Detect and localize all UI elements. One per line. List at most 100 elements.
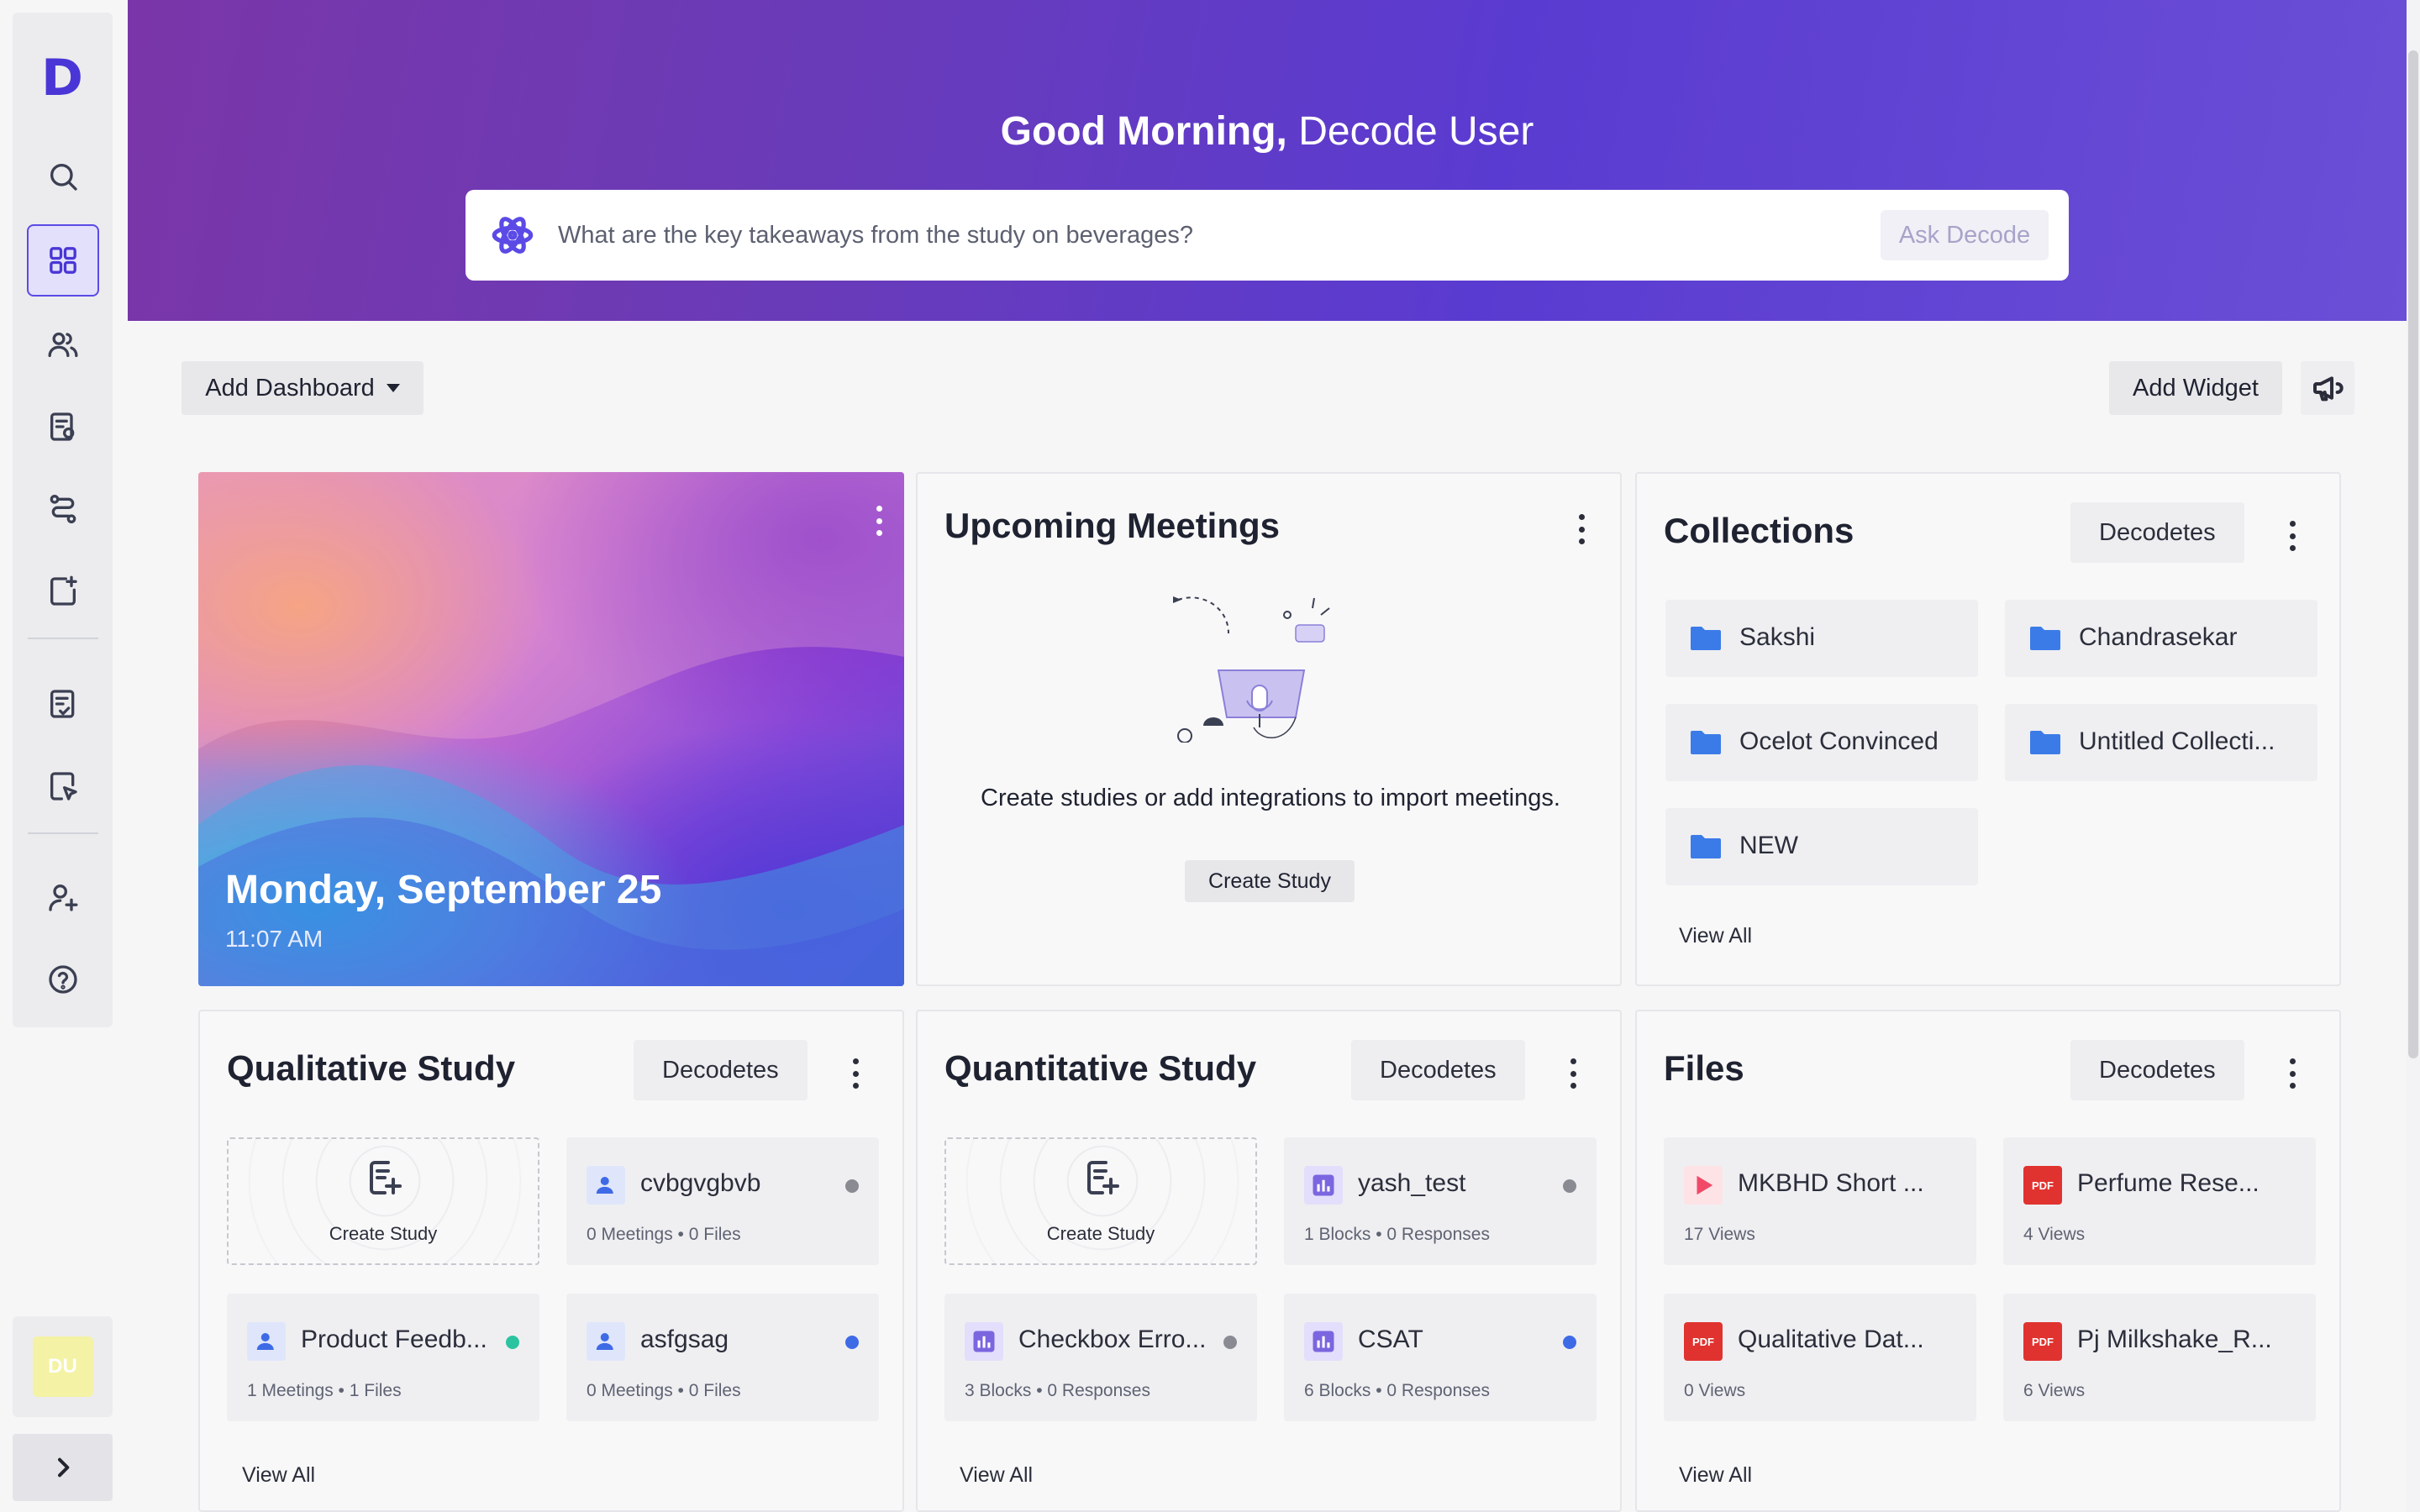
qualitative-more-icon[interactable] <box>847 1055 864 1092</box>
qualitative-study-item[interactable]: asfgsag 0 Meetings • 0 Files <box>566 1294 879 1421</box>
status-dot <box>506 1336 519 1349</box>
ask-decode-button[interactable]: Ask Decode <box>1881 210 2049 260</box>
study-name: CSAT <box>1358 1326 1423 1353</box>
file-item[interactable]: MKBHD Short ... 17 Views <box>1664 1137 1976 1265</box>
add-user-icon[interactable] <box>27 861 99 933</box>
bar-chart-icon <box>965 1322 1003 1361</box>
video-file-icon <box>1684 1166 1723 1205</box>
file-item[interactable]: PDF Pj Milkshake_R... 6 Views <box>2003 1294 2316 1421</box>
status-dot <box>845 1336 859 1349</box>
greeting: Good Morning, Decode User <box>128 105 2407 159</box>
user-avatar[interactable]: DU <box>32 1336 93 1397</box>
quantitative-filter[interactable]: Decodetes <box>1351 1040 1525 1100</box>
collections-more-icon[interactable] <box>2284 517 2301 554</box>
study-meta: 6 Blocks • 0 Responses <box>1304 1381 1490 1400</box>
file-name: Qualitative Dat... <box>1738 1326 1924 1353</box>
add-document-icon <box>365 1158 405 1198</box>
collection-item[interactable]: NEW <box>1665 808 1978 885</box>
notes-icon[interactable] <box>27 668 99 740</box>
add-document-icon <box>1082 1158 1123 1198</box>
study-name: Checkbox Erro... <box>1018 1326 1207 1353</box>
sidebar: D <box>13 13 113 1027</box>
collection-item-label: NEW <box>1739 832 1798 859</box>
upcoming-more-icon[interactable] <box>1573 511 1590 548</box>
add-study-icon[interactable] <box>27 555 99 627</box>
file-item[interactable]: PDF Perfume Rese... 4 Views <box>2003 1137 2316 1265</box>
folder-icon <box>1691 627 1721 650</box>
collections-view-all[interactable]: View All <box>1679 924 1752 948</box>
collections-filter[interactable]: Decodetes <box>2070 502 2244 563</box>
file-name: Perfume Rese... <box>2077 1169 2260 1197</box>
reports-icon[interactable] <box>27 750 99 822</box>
quantitative-study-item[interactable]: yash_test 1 Blocks • 0 Responses <box>1284 1137 1597 1265</box>
collections-title: Collections <box>1664 511 1854 550</box>
quantitative-more-icon[interactable] <box>1565 1055 1581 1092</box>
scrollbar-thumb[interactable] <box>2408 50 2418 1058</box>
study-user-icon <box>587 1166 625 1205</box>
user-avatar-container[interactable]: DU <box>13 1316 113 1417</box>
ask-input[interactable] <box>558 215 1860 255</box>
study-name: cvbgvgbvb <box>640 1169 761 1197</box>
add-widget-label: Add Widget <box>2133 374 2259 402</box>
dashboard-icon[interactable] <box>27 224 99 297</box>
folder-icon <box>2030 731 2060 754</box>
collection-item-label: Ocelot Convinced <box>1739 727 1939 755</box>
files-view-all[interactable]: View All <box>1679 1463 1752 1488</box>
folder-icon <box>2030 627 2060 650</box>
collection-item[interactable]: Chandrasekar <box>2005 600 2317 677</box>
quantitative-view-all[interactable]: View All <box>960 1463 1033 1488</box>
add-widget-button[interactable]: Add Widget <box>2109 361 2282 415</box>
study-meta: 0 Meetings • 0 Files <box>587 1381 741 1400</box>
qualitative-view-all[interactable]: View All <box>242 1463 315 1488</box>
bar-chart-icon <box>1304 1166 1343 1205</box>
qualitative-create-study-tile[interactable]: Create Study <box>227 1137 539 1265</box>
date-hero-card: Monday, September 25 11:07 AM <box>198 472 904 986</box>
megaphone-icon[interactable] <box>2301 361 2354 415</box>
greeting-salutation: Good Morning, <box>1000 109 1287 154</box>
expand-sidebar-button[interactable] <box>13 1434 113 1501</box>
file-name: MKBHD Short ... <box>1738 1169 1924 1197</box>
sidebar-divider <box>28 832 98 834</box>
quantitative-study-item[interactable]: Checkbox Erro... 3 Blocks • 0 Responses <box>944 1294 1257 1421</box>
quantitative-title: Quantitative Study <box>944 1048 1257 1088</box>
empty-meetings-illustration <box>1173 596 1330 743</box>
study-meta: 1 Meetings • 1 Files <box>247 1381 402 1400</box>
upcoming-meetings-card: Upcoming Meetings Create studies or add … <box>916 472 1622 986</box>
collection-item[interactable]: Sakshi <box>1665 600 1978 677</box>
create-study-button[interactable]: Create Study <box>1185 860 1355 902</box>
qualitative-filter[interactable]: Decodetes <box>634 1040 808 1100</box>
quantitative-study-card: Quantitative Study Decodetes Create Stud… <box>916 1010 1622 1512</box>
study-name: yash_test <box>1358 1169 1466 1197</box>
help-icon[interactable] <box>27 943 99 1016</box>
collection-item-label: Chandrasekar <box>2079 623 2238 651</box>
create-study-label: Create Study <box>329 1223 438 1244</box>
hero-more-icon[interactable] <box>871 502 887 539</box>
quantitative-study-item[interactable]: CSAT 6 Blocks • 0 Responses <box>1284 1294 1597 1421</box>
files-filter[interactable]: Decodetes <box>2070 1040 2244 1100</box>
search-icon[interactable] <box>27 140 99 213</box>
decode-logo[interactable]: D <box>38 53 87 103</box>
file-item[interactable]: PDF Qualitative Dat... 0 Views <box>1664 1294 1976 1421</box>
qualitative-study-item[interactable]: Product Feedb... 1 Meetings • 1 Files <box>227 1294 539 1421</box>
bar-chart-icon <box>1304 1322 1343 1361</box>
file-meta: 4 Views <box>2023 1225 2086 1244</box>
study-meta: 3 Blocks • 0 Responses <box>965 1381 1150 1400</box>
workflow-icon[interactable] <box>27 473 99 545</box>
add-dashboard-button[interactable]: Add Dashboard <box>182 361 424 415</box>
file-meta: 0 Views <box>1684 1381 1746 1400</box>
collection-item[interactable]: Untitled Collecti... <box>2005 704 2317 781</box>
qualitative-study-item[interactable]: cvbgvgbvb 0 Meetings • 0 Files <box>566 1137 879 1265</box>
collections-card: Collections Decodetes Sakshi Chandraseka… <box>1635 472 2341 986</box>
status-dot <box>1223 1336 1237 1349</box>
qualitative-study-card: Qualitative Study Decodetes Create Study… <box>198 1010 904 1512</box>
quantitative-create-study-tile[interactable]: Create Study <box>944 1137 1257 1265</box>
scrollbar-track[interactable] <box>2407 0 2420 1512</box>
studies-icon[interactable] <box>27 391 99 463</box>
hero-time: 11:07 AM <box>225 926 324 952</box>
study-user-icon <box>587 1322 625 1361</box>
users-icon[interactable] <box>27 308 99 381</box>
upcoming-meetings-title: Upcoming Meetings <box>944 506 1281 545</box>
files-more-icon[interactable] <box>2284 1055 2301 1092</box>
collection-item[interactable]: Ocelot Convinced <box>1665 704 1978 781</box>
pdf-label: PDF <box>2032 1179 2054 1192</box>
